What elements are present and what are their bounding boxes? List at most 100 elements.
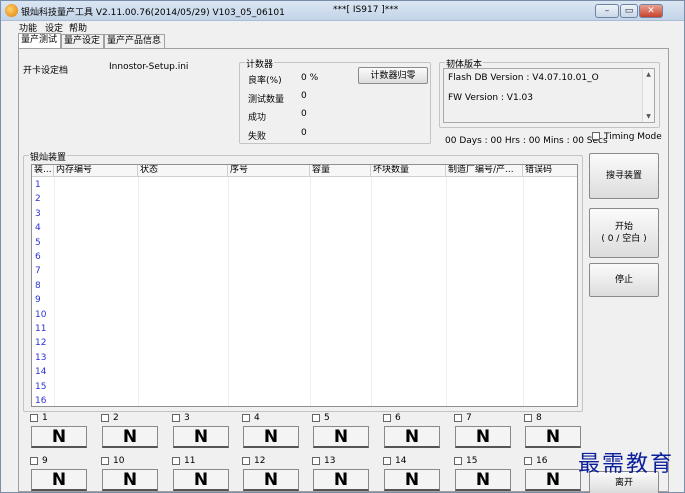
col-capacity[interactable]: 容量	[310, 165, 371, 177]
yield-label: 良率(%)	[248, 76, 282, 86]
port-status-indicator: N	[31, 426, 87, 448]
reset-counter-button[interactable]: 计数器归零	[358, 67, 428, 84]
table-row[interactable]: 8	[32, 280, 577, 294]
table-row[interactable]: 9	[32, 294, 577, 308]
port-label: 6	[395, 413, 401, 423]
table-row[interactable]: 1	[32, 179, 577, 193]
port-label: 3	[184, 413, 190, 423]
timing-mode-label: Timing Mode	[604, 132, 662, 142]
timing-mode-checkbox[interactable]	[592, 132, 600, 140]
maximize-button[interactable]: ▭	[620, 4, 638, 18]
search-devices-button[interactable]: 搜寻装置	[589, 153, 659, 199]
row-number: 16	[35, 396, 47, 406]
col-error-code[interactable]: 错误码	[523, 165, 577, 177]
table-row[interactable]: 5	[32, 237, 577, 251]
row-number: 2	[35, 194, 41, 205]
table-row[interactable]: 15	[32, 381, 577, 395]
scroll-down-icon[interactable]: ▼	[643, 113, 654, 120]
fail-value: 0	[301, 128, 307, 138]
table-row[interactable]: 6	[32, 251, 577, 265]
port-label: 1	[42, 413, 48, 423]
port-status-indicator: N	[243, 469, 299, 491]
table-row[interactable]: 2	[32, 193, 577, 207]
tab-production-test[interactable]: 量产测试	[18, 33, 61, 48]
tab-production-settings[interactable]: 量产设定	[61, 34, 104, 48]
port-status-indicator: N	[384, 469, 440, 491]
row-number: 4	[35, 223, 41, 234]
counter-group-title: 计数器	[245, 57, 275, 70]
flash-db-version: Flash DB Version : V4.07.10.01_O	[448, 73, 599, 83]
start-button[interactable]: 开始 ( 0 / 空白 )	[589, 208, 659, 258]
col-device[interactable]: 装...	[32, 165, 54, 177]
test-count-value: 0	[301, 91, 307, 101]
menu-help[interactable]: 帮助	[69, 21, 87, 34]
controller-model: ***[ IS917 ]***	[333, 5, 399, 15]
port-status-indicator: N	[173, 426, 229, 448]
port-checkbox[interactable]	[383, 414, 391, 422]
port-checkbox[interactable]	[242, 414, 250, 422]
port-checkbox[interactable]	[312, 414, 320, 422]
port-checkbox[interactable]	[383, 457, 391, 465]
device-table: 装... 内存编号 状态 序号 容量 坏块数量 制造厂编号/产... 错误码 1…	[31, 164, 578, 407]
port-checkbox[interactable]	[454, 457, 462, 465]
row-number: 10	[35, 309, 47, 320]
row-number: 7	[35, 266, 41, 277]
row-number: 13	[35, 352, 47, 363]
table-row[interactable]: 10	[32, 309, 577, 323]
table-row[interactable]: 4	[32, 222, 577, 236]
minimize-button[interactable]: –	[595, 4, 619, 18]
tab-product-info[interactable]: 量产产品信息	[104, 34, 165, 48]
row-number: 3	[35, 208, 41, 219]
row-number: 1	[35, 180, 41, 190]
settings-file-value: Innostor-Setup.ini	[109, 62, 189, 72]
port-status-indicator: N	[313, 426, 369, 448]
port-status-indicator: N	[102, 469, 158, 491]
port-checkbox[interactable]	[101, 457, 109, 465]
port-checkbox[interactable]	[524, 414, 532, 422]
scroll-up-icon[interactable]: ▲	[643, 71, 654, 78]
port-checkbox[interactable]	[454, 414, 462, 422]
port-label: 13	[324, 456, 336, 466]
port-label: 16	[536, 456, 548, 466]
port-status-indicator: N	[455, 469, 511, 491]
col-status[interactable]: 状态	[138, 165, 228, 177]
row-number: 12	[35, 338, 47, 349]
port-label: 14	[395, 456, 407, 466]
port-checkbox[interactable]	[172, 414, 180, 422]
fw-version: FW Version : V1.03	[448, 93, 533, 103]
start-label: 开始	[614, 222, 633, 232]
port-checkbox[interactable]	[101, 414, 109, 422]
port-checkbox[interactable]	[524, 457, 532, 465]
row-number: 11	[35, 324, 47, 334]
table-row[interactable]: 12	[32, 337, 577, 351]
device-table-header: 装... 内存编号 状态 序号 容量 坏块数量 制造厂编号/产... 错误码	[32, 165, 577, 177]
table-row[interactable]: 3	[32, 208, 577, 222]
table-row[interactable]: 14	[32, 366, 577, 380]
port-label: 10	[113, 456, 125, 466]
table-row[interactable]: 11	[32, 323, 577, 337]
table-row[interactable]: 7	[32, 265, 577, 279]
app-window: 银灿科技量产工具 V2.11.00.76(2014/05/29) V103_05…	[0, 0, 685, 493]
col-serial[interactable]: 序号	[228, 165, 310, 177]
app-logo-icon	[5, 4, 18, 17]
device-group-title: 银灿装置	[29, 150, 68, 163]
version-scrollbar[interactable]: ▲ ▼	[642, 69, 654, 122]
port-checkbox[interactable]	[30, 457, 38, 465]
port-checkbox[interactable]	[30, 414, 38, 422]
col-memory-id[interactable]: 内存编号	[54, 165, 138, 177]
port-label: 5	[324, 413, 330, 423]
title-bar[interactable]: 银灿科技量产工具 V2.11.00.76(2014/05/29) V103_05…	[1, 1, 684, 21]
port-checkbox[interactable]	[242, 457, 250, 465]
port-checkbox[interactable]	[172, 457, 180, 465]
start-count: ( 0 / 空白 )	[601, 234, 647, 244]
col-vendor-product[interactable]: 制造厂编号/产...	[446, 165, 523, 177]
table-row[interactable]: 13	[32, 352, 577, 366]
close-button[interactable]: ✕	[639, 4, 663, 18]
port-checkbox[interactable]	[312, 457, 320, 465]
port-status-indicator: N	[102, 426, 158, 448]
stop-button[interactable]: 停止	[589, 263, 659, 297]
port-status-indicator: N	[243, 426, 299, 448]
port-status-indicator: N	[384, 426, 440, 448]
table-row[interactable]: 16	[32, 395, 577, 406]
col-bad-blocks[interactable]: 坏块数量	[371, 165, 446, 177]
